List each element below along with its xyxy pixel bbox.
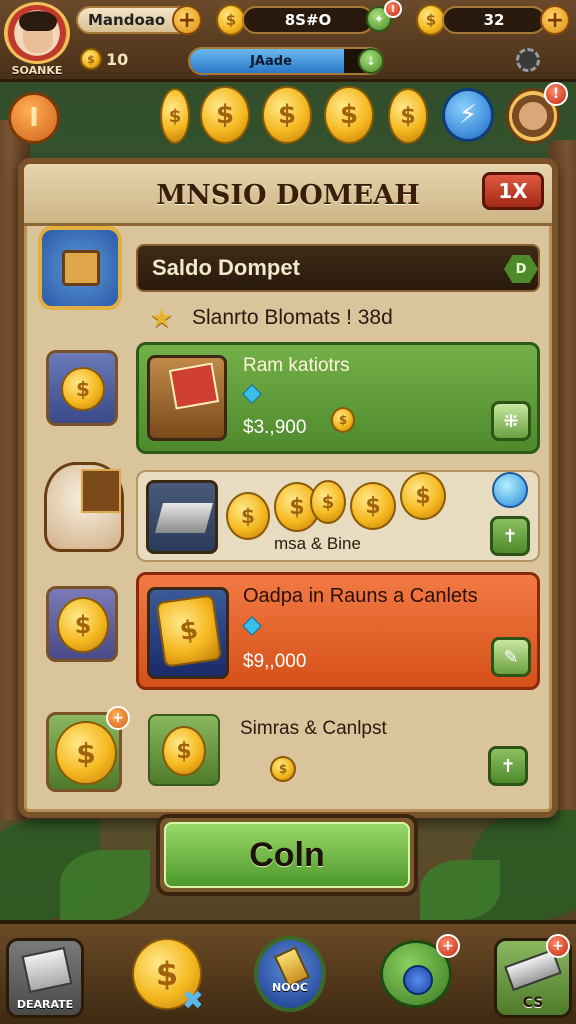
coin-icon: $: [226, 492, 270, 540]
chest-icon: [62, 250, 100, 286]
lightning-icon[interactable]: ⚡: [442, 88, 494, 142]
coin-button-label: Coln: [249, 835, 325, 874]
panel-title: MNSIO DOMEAH: [156, 180, 420, 211]
coin-icon: $: [388, 88, 428, 144]
key-icon: [403, 965, 433, 995]
coin-icon: $: [331, 407, 355, 433]
shop-row-3-price: $9,,000: [243, 651, 307, 672]
close-button[interactable]: 1X: [482, 172, 544, 210]
wallet-badge-text: D: [515, 261, 527, 277]
coin-icon: $: [310, 480, 346, 524]
coin-button[interactable]: Coln: [156, 814, 418, 896]
avatar-hair: [19, 11, 57, 31]
foliage-decoration: [420, 860, 500, 920]
blue-gem-icon: [492, 472, 528, 508]
xp-progress-bar: JAade: [188, 47, 384, 75]
coin-horn-icon: $: [46, 350, 118, 426]
sparkle-icon: ✖: [182, 986, 204, 1016]
coin-button-face: Coln: [164, 822, 410, 888]
avatar-label: SOANKE: [11, 64, 63, 77]
notification-badge: +: [546, 934, 570, 958]
shop-row-4-buy-button[interactable]: ✝: [488, 746, 528, 786]
notification-badge: !: [544, 82, 568, 106]
small-coin-count: 10: [106, 50, 129, 69]
notification-badge: +: [106, 706, 130, 730]
coin-frame-icon: $: [46, 586, 118, 662]
shop-row-3[interactable]: $ Oadpa in Rauns a Canlets $9,,000 ✎: [136, 572, 540, 690]
coin-sparkle-icon: $: [148, 714, 220, 786]
shop-row-2-title: msa & Bine: [274, 534, 361, 553]
player-name: Mandoao: [88, 11, 166, 29]
star-icon: ★: [150, 304, 174, 334]
top-bar: SOANKE Mandoao + $ 8S#O ✦ ! $ 32 + $ 10 …: [0, 0, 576, 82]
coin-icon: $: [55, 721, 117, 785]
shop-row-2-buy-button[interactable]: ✝: [490, 516, 530, 556]
shop-row-1-price: $3.,900: [243, 417, 307, 438]
ingot-shape: [154, 503, 214, 533]
close-label: 1X: [498, 179, 528, 203]
xp-progress-label: JAade: [250, 53, 292, 69]
shop-row-4-title: Simras & Canlpst: [240, 718, 387, 739]
book-icon: [21, 946, 73, 994]
wallet-bar: Saldo Dompet: [136, 244, 540, 292]
nav-tab-nooc[interactable]: NOOC: [254, 936, 326, 1012]
coin-icon: $: [270, 756, 296, 782]
card-icon: $: [147, 587, 229, 679]
gem-icon: [242, 616, 262, 636]
notification-badge: !: [384, 0, 402, 18]
player-avatar[interactable]: [4, 2, 70, 64]
chest-icon: [147, 355, 227, 441]
currency-1-value: 8S#O: [284, 11, 332, 29]
menu-button[interactable]: I: [8, 92, 60, 144]
gem-icon: [242, 384, 262, 404]
coin-icon: $: [155, 594, 223, 668]
panel-header: MNSIO DOMEAH 1X: [24, 164, 552, 226]
character-mascot: [44, 462, 124, 552]
chest-icon: [81, 469, 121, 513]
card-icon: [168, 362, 220, 410]
nav-tab-coin[interactable]: $ ✖: [132, 938, 204, 1016]
coin-icon: $: [61, 367, 105, 411]
panel-subtitle: Slanrto Blomats ! 38d: [192, 306, 393, 329]
shop-row-1-title: Ram katiotrs: [243, 355, 350, 376]
coin-icon: $: [262, 86, 312, 144]
coin-icon: $: [80, 48, 102, 70]
coin-icon: $: [160, 88, 190, 144]
settings-gear-icon[interactable]: [516, 48, 540, 72]
coin-icon: $: [200, 86, 250, 144]
foliage-decoration: [60, 850, 150, 920]
add-currency-plus-button[interactable]: +: [540, 5, 570, 35]
nav-label-1: DEARATE: [16, 998, 74, 1011]
shop-row-3-buy-button[interactable]: ✎: [491, 637, 531, 677]
shield-icon: [38, 226, 122, 310]
coin-icon: $: [162, 726, 206, 776]
shop-panel: MNSIO DOMEAH 1X Saldo Dompet D ★ Slanrto…: [18, 158, 558, 818]
coin-icon: $: [57, 597, 109, 653]
nav-label-3: NOOC: [272, 981, 308, 994]
shop-row-2[interactable]: $ $ $ $ $ msa & Bine ✝: [136, 470, 540, 562]
shop-row-1[interactable]: Ram katiotrs $3.,900 $ ⁜: [136, 342, 540, 454]
coin-icon: $: [324, 86, 374, 144]
coin-icon: $: [400, 472, 446, 520]
currency-pill-2: 32: [442, 6, 546, 34]
coin-icon: $: [350, 482, 396, 530]
nav-label-5: CS: [522, 995, 544, 1011]
shop-row-1-buy-button[interactable]: ⁜: [491, 401, 531, 441]
notification-badge: +: [436, 934, 460, 958]
nav-tab-deflate[interactable]: DEARATE: [6, 938, 84, 1018]
leaf-icon[interactable]: ↓: [358, 48, 384, 74]
wallet-label: Saldo Dompet: [152, 255, 300, 280]
shop-row-3-title: Oadpa in Rauns a Canlets: [243, 585, 478, 607]
ingot-icon: [146, 480, 218, 554]
currency-2-value: 32: [483, 11, 505, 29]
bottom-nav: DEARATE $ ✖ NOOC + CS +: [0, 920, 576, 1024]
currency-pill-1: 8S#O: [242, 6, 374, 34]
add-name-plus-button[interactable]: +: [172, 5, 202, 35]
